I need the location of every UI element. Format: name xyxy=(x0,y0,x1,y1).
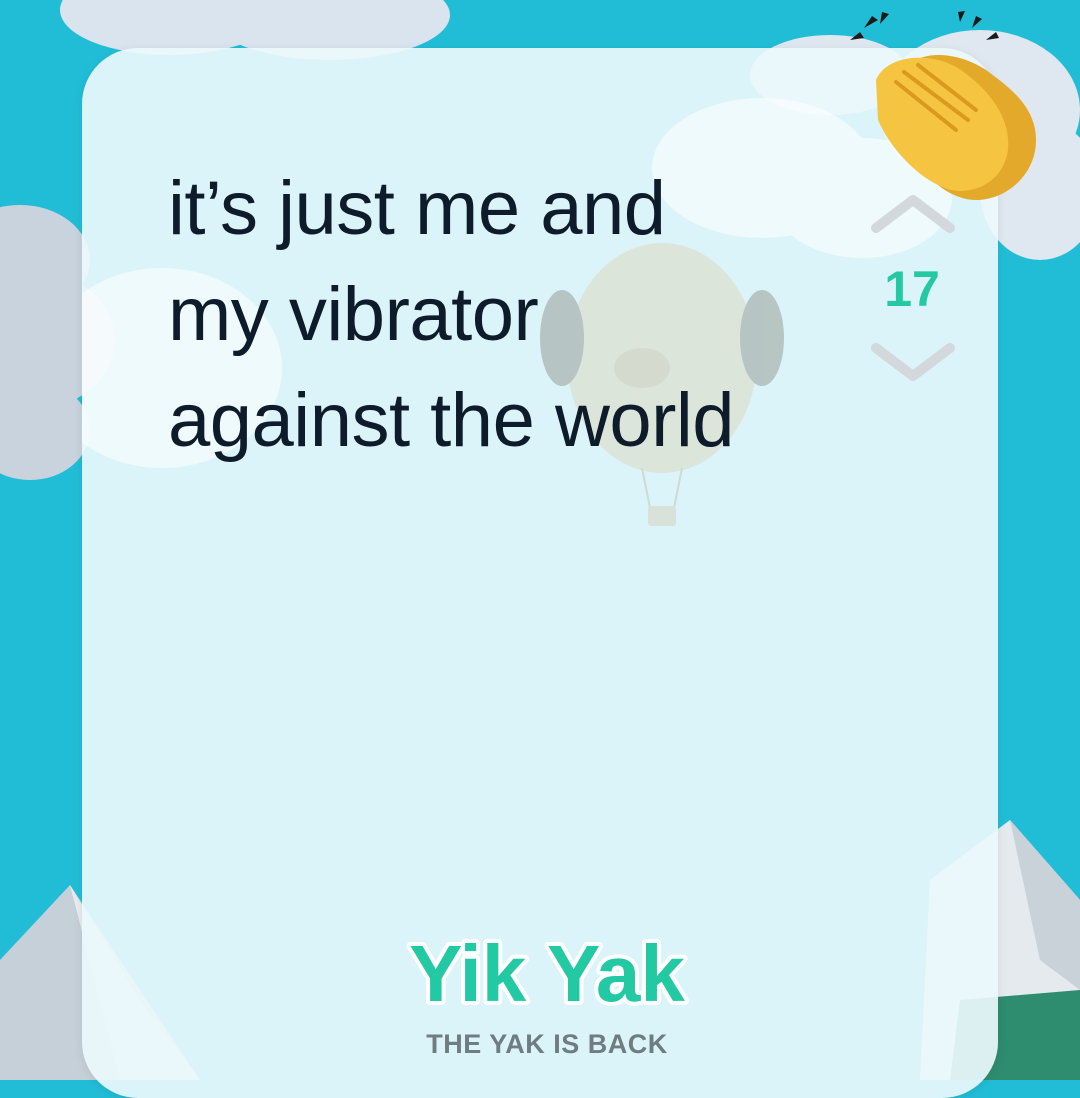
post-text: it’s just me and my vibrator against the… xyxy=(168,156,868,474)
vote-count: 17 xyxy=(884,261,940,317)
clapping-hands-icon xyxy=(850,11,1036,200)
tagline: THE YAK IS BACK xyxy=(426,1029,668,1059)
chevron-down-icon xyxy=(871,343,955,381)
post-text-line: it’s just me and xyxy=(168,166,666,251)
brand-footer: Yik Yak THE YAK IS BACK xyxy=(82,923,998,1060)
yik-yak-logo: Yik Yak xyxy=(405,925,689,1022)
vote-control: 17 xyxy=(860,188,960,398)
downvote-button[interactable] xyxy=(868,338,958,388)
post-text-line: against the world xyxy=(168,378,735,463)
svg-text:Yik Yak: Yik Yak xyxy=(409,929,685,1018)
post-text-line: my vibrator xyxy=(168,272,539,357)
